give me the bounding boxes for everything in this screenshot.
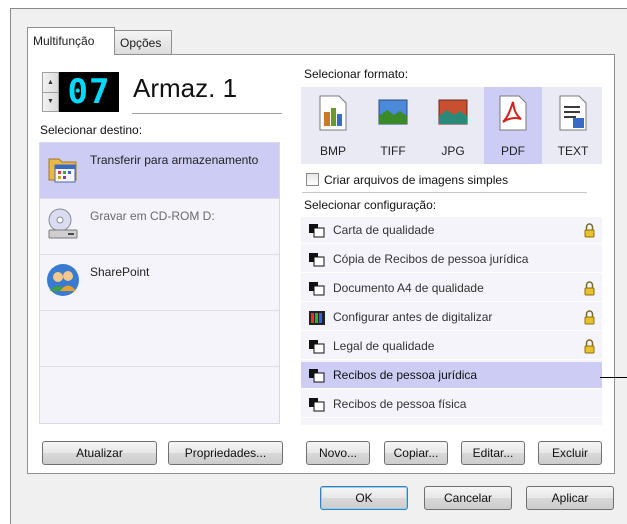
- destination-item-label: SharePoint: [90, 265, 150, 279]
- jpg-image-icon: [438, 99, 468, 125]
- scanner-bw-icon: [309, 398, 325, 412]
- format-pdf[interactable]: PDF: [484, 87, 542, 164]
- destination-list[interactable]: Transferir para armazenamento Gravar em …: [39, 142, 280, 424]
- destination-item-cd-rom[interactable]: Gravar em CD-ROM D:: [40, 199, 279, 254]
- config-item[interactable]: Recibos de pessoa física: [301, 391, 602, 418]
- ok-button[interactable]: OK: [320, 486, 408, 510]
- divider: [302, 192, 587, 193]
- config-item[interactable]: Cópia de Recibos de pessoa jurídica: [301, 246, 602, 273]
- config-item-label: Recibos de pessoa física: [333, 397, 467, 411]
- spin-down-icon[interactable]: ▼: [43, 92, 58, 111]
- destination-item-sharepoint[interactable]: SharePoint: [40, 255, 279, 310]
- sharepoint-people-icon: [47, 264, 79, 296]
- config-item[interactable]: Legal de qualidade: [301, 333, 602, 360]
- config-item[interactable]: Recibos de pessoa jurídica: [301, 362, 602, 389]
- scanner-bw-icon: [309, 340, 325, 354]
- new-button[interactable]: Novo...: [306, 441, 370, 465]
- config-item[interactable]: Documento A4 de qualidade: [301, 275, 602, 302]
- cd-rom-drive-icon: [48, 208, 78, 239]
- config-item[interactable]: Carta de qualidade: [301, 217, 602, 244]
- spin-up-icon[interactable]: ▲: [43, 73, 58, 93]
- apply-button[interactable]: Aplicar: [526, 486, 614, 510]
- destination-item-label: Transferir para armazenamento: [90, 153, 259, 167]
- color-configure-icon: [309, 311, 325, 325]
- scanner-bw-icon: [309, 369, 325, 383]
- format-label-text: PDF: [501, 144, 525, 158]
- configuration-list[interactable]: Carta de qualidade Cópia de Recibos de p…: [301, 217, 602, 425]
- copy-button[interactable]: Copiar...: [384, 441, 448, 465]
- config-item-label: Cópia de Recibos de pessoa jurídica: [333, 252, 529, 266]
- scanner-bw-icon: [309, 224, 325, 238]
- format-selector: BMP TIFF JPG PDF TEXT: [301, 87, 602, 164]
- format-text[interactable]: TEXT: [544, 87, 602, 164]
- storage-spinner[interactable]: ▲ ▼: [42, 72, 59, 112]
- config-item-label: Legal de qualidade: [333, 339, 435, 353]
- format-label-text: TIFF: [380, 144, 406, 158]
- tab-opcoes[interactable]: Opções: [114, 30, 172, 54]
- config-item-label: Configurar antes de digitalizar: [333, 310, 493, 324]
- lock-icon: [584, 223, 595, 238]
- config-item-label: Recibos de pessoa jurídica: [333, 368, 478, 382]
- tab-multifuncao[interactable]: Multifunção: [27, 27, 115, 55]
- lock-icon: [584, 281, 595, 296]
- pdf-acrobat-icon: [499, 95, 527, 131]
- refresh-button[interactable]: Atualizar: [42, 441, 157, 465]
- storage-number-display: 07: [59, 72, 119, 112]
- tab-label: Multifunção: [33, 34, 95, 48]
- format-tiff[interactable]: TIFF: [364, 87, 422, 164]
- destination-item-label: Gravar em CD-ROM D:: [90, 209, 215, 223]
- simple-images-checkbox[interactable]: [306, 173, 319, 186]
- lock-icon: [584, 310, 595, 325]
- destination-label: Selecionar destino:: [40, 123, 143, 137]
- storage-title: Armaz. 1: [133, 73, 238, 103]
- format-label-text: TEXT: [557, 144, 589, 158]
- edit-button[interactable]: Editar...: [461, 441, 525, 465]
- divider: [132, 113, 282, 114]
- format-label: Selecionar formato:: [304, 67, 409, 81]
- format-bmp[interactable]: BMP: [304, 87, 362, 164]
- lock-icon: [584, 339, 595, 354]
- config-item-label: Carta de qualidade: [333, 223, 435, 237]
- format-label-text: JPG: [441, 144, 465, 158]
- cancel-button[interactable]: Cancelar: [424, 486, 512, 510]
- scanner-bw-icon: [309, 282, 325, 296]
- tab-label: Opções: [120, 36, 162, 50]
- delete-button[interactable]: Excluir: [538, 441, 602, 465]
- bmp-paint-icon: [319, 95, 347, 131]
- config-item-label: Documento A4 de qualidade: [333, 281, 484, 295]
- config-item[interactable]: Configurar antes de digitalizar: [301, 304, 602, 331]
- divider: [40, 310, 279, 311]
- tiff-image-icon: [378, 99, 408, 125]
- callout-line: [600, 377, 627, 378]
- simple-images-label: Criar arquivos de imagens simples: [324, 173, 509, 187]
- format-label-text: BMP: [319, 144, 346, 158]
- text-document-icon: [559, 95, 587, 131]
- scanner-bw-icon: [309, 253, 325, 267]
- format-jpg[interactable]: JPG: [424, 87, 482, 164]
- configuration-label: Selecionar configuração:: [304, 198, 437, 212]
- destination-item-storage[interactable]: Transferir para armazenamento: [40, 143, 279, 198]
- folder-calendar-icon: [48, 158, 77, 183]
- divider: [40, 366, 279, 367]
- properties-button[interactable]: Propriedades...: [168, 441, 283, 465]
